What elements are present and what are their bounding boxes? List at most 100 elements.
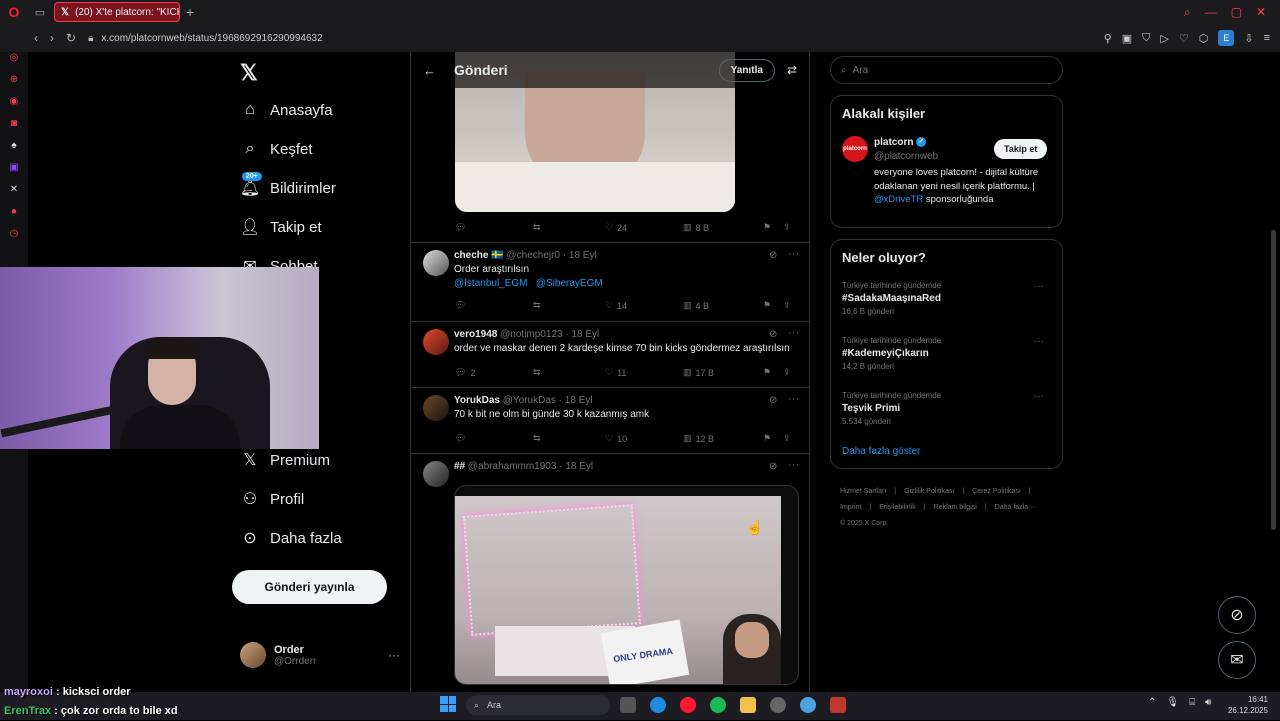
avatar[interactable] bbox=[423, 461, 449, 487]
reply-icon[interactable]: 💬︎ bbox=[455, 433, 533, 444]
reply-tweet[interactable]: YorukDas @YorukDas · 18 Eyl ⊘ ··· 70 k b… bbox=[411, 387, 809, 453]
shield-icon[interactable]: ⛉ bbox=[1142, 32, 1150, 45]
new-tab-button[interactable]: + bbox=[186, 4, 194, 20]
opera-video-icon[interactable]: ● bbox=[11, 206, 17, 218]
nav-item-profile[interactable]: ⚇ Profil bbox=[240, 489, 304, 509]
show-more-link[interactable]: Daha fazla göster bbox=[842, 446, 920, 457]
more-icon[interactable]: ··· bbox=[1034, 391, 1044, 402]
spotify-icon[interactable] bbox=[710, 697, 726, 713]
post-button[interactable]: Gönderi yayınla bbox=[232, 570, 387, 604]
views-button[interactable]: ▥ 12 B bbox=[683, 433, 763, 444]
reply-button[interactable]: Yanıtla bbox=[718, 58, 775, 82]
more-icon[interactable]: ··· bbox=[788, 393, 799, 405]
author-handle[interactable]: @chechejr0 bbox=[506, 250, 560, 261]
forward-icon[interactable]: › bbox=[50, 31, 54, 45]
reply-icon[interactable]: 💬︎ bbox=[455, 222, 533, 233]
extension-badge[interactable]: E bbox=[1218, 30, 1235, 46]
nav-item-more[interactable]: ⊙ Daha fazla bbox=[240, 528, 341, 548]
app-icon[interactable] bbox=[830, 697, 846, 713]
footer-link[interactable]: Reklam bilgisi bbox=[934, 504, 977, 511]
download-icon[interactable]: ⇩ bbox=[1244, 32, 1253, 45]
lock-icon[interactable]: 🔒︎ bbox=[88, 33, 93, 44]
app-icon[interactable] bbox=[770, 697, 786, 713]
mention-link[interactable]: @Istanbul_EGM bbox=[454, 278, 528, 289]
avatar[interactable] bbox=[423, 250, 449, 276]
like-button[interactable]: ♡ 24 bbox=[605, 222, 683, 233]
trend-item[interactable]: Türkiye tarihinde gündemde Teşvik Primi … bbox=[842, 391, 941, 426]
url-text[interactable]: x.com/platcornweb/status/196869291629099… bbox=[101, 33, 322, 44]
bookmark-icon[interactable]: ⚑ bbox=[763, 433, 783, 444]
share-icon[interactable]: ⇪ bbox=[783, 222, 799, 233]
trend-item[interactable]: Türkiye tarihinde gündemde #SadakaMaaşın… bbox=[842, 281, 941, 316]
share-icon[interactable]: ⇪ bbox=[783, 300, 799, 311]
nav-item-home[interactable]: ⌂ Anasayfa bbox=[240, 100, 332, 120]
back-icon[interactable]: ‹ bbox=[34, 31, 38, 45]
opera-music-icon[interactable]: ◉ bbox=[10, 96, 19, 108]
grok-fab-button[interactable]: ⊘ bbox=[1218, 596, 1256, 634]
footer-link[interactable]: Hizmet Şartları bbox=[840, 488, 886, 495]
volume-icon[interactable]: 🔊︎ bbox=[1205, 697, 1211, 708]
reply-button[interactable]: 💬︎ 2 bbox=[455, 367, 533, 378]
reply-tweet[interactable]: ## @abrahammm1903 · 18 Eyl ⊘ ··· ONLY DR… bbox=[411, 453, 809, 692]
grok-icon[interactable]: ⊘ bbox=[769, 250, 777, 261]
account-switcher[interactable]: Order @Orrderr ··· bbox=[240, 642, 400, 668]
menu-icon[interactable]: ≡ bbox=[1264, 32, 1270, 44]
taskbar-clock[interactable]: 16:41 26.12.2025 bbox=[1222, 694, 1268, 716]
author-handle[interactable]: @abrahammm1903 bbox=[468, 461, 557, 472]
reload-icon[interactable]: ↻ bbox=[66, 31, 76, 45]
author-handle[interactable]: @notimp0123 bbox=[500, 329, 562, 340]
back-arrow-icon[interactable]: ← bbox=[423, 63, 436, 78]
nav-item-premium[interactable]: 𝕏 Premium bbox=[240, 450, 330, 470]
tweet-date[interactable]: · 18 Eyl bbox=[563, 250, 597, 261]
tweet-video[interactable]: ONLY DRAMA bbox=[454, 485, 799, 685]
bookmark-icon[interactable]: ⚑ bbox=[763, 367, 783, 378]
repost-icon[interactable]: ⇆ bbox=[533, 222, 605, 233]
search-input[interactable]: ⌕ Ara bbox=[830, 56, 1063, 84]
more-icon[interactable]: ··· bbox=[788, 459, 799, 471]
play-icon[interactable]: ▷ bbox=[1160, 32, 1168, 45]
scrollbar[interactable] bbox=[1271, 230, 1276, 530]
more-icon[interactable]: ··· bbox=[1034, 336, 1044, 347]
like-button[interactable]: ♡ 14 bbox=[605, 300, 683, 311]
network-icon[interactable]: ⌸ bbox=[1189, 697, 1195, 708]
close-window-icon[interactable]: ✕ bbox=[1256, 5, 1266, 20]
file-explorer-icon[interactable] bbox=[740, 697, 756, 713]
opera-logo-icon[interactable]: O bbox=[0, 0, 28, 24]
tweet-date[interactable]: · 18 Eyl bbox=[559, 461, 593, 472]
views-button[interactable]: ▥ 4 B bbox=[683, 300, 763, 311]
like-button[interactable]: ♡ 11 bbox=[605, 367, 683, 378]
extensions-icon[interactable]: ⬡ bbox=[1199, 32, 1209, 45]
grok-icon[interactable]: ⊘ bbox=[769, 395, 777, 406]
more-icon[interactable]: ··· bbox=[1034, 281, 1044, 292]
taskbar-search-input[interactable]: ⌕ Ara bbox=[466, 695, 610, 715]
tweet-date[interactable]: · 18 Eyl bbox=[565, 329, 599, 340]
reply-tweet[interactable]: cheche 🇸🇪 @chechejr0 · 18 Eyl ⊘ ··· Orde… bbox=[411, 242, 809, 322]
more-icon[interactable]: ··· bbox=[788, 248, 799, 260]
microphone-icon[interactable]: 🎙︎ bbox=[1166, 697, 1179, 708]
opera-kick-icon[interactable]: ♠ bbox=[11, 140, 16, 152]
nav-item-notifications[interactable]: 🔔︎ 20+ Bildirimler bbox=[240, 172, 336, 198]
avatar[interactable] bbox=[423, 329, 449, 355]
author-name[interactable]: YorukDas bbox=[454, 395, 500, 406]
opera-aria-icon[interactable]: ◎ bbox=[10, 52, 19, 64]
person-handle[interactable]: @platcornweb bbox=[874, 151, 938, 162]
like-button[interactable]: ♡ 10 bbox=[605, 433, 683, 444]
tweet-date[interactable]: · 18 Eyl bbox=[559, 395, 593, 406]
mention-link[interactable]: @xDriveTR bbox=[874, 194, 923, 205]
repost-icon[interactable]: ⇆ bbox=[533, 367, 605, 378]
avatar[interactable]: platcorn bbox=[842, 136, 868, 162]
author-name[interactable]: ## bbox=[454, 461, 465, 472]
follow-button[interactable]: Takip et bbox=[994, 139, 1048, 159]
person-name-row[interactable]: platcorn ✓ bbox=[874, 137, 927, 148]
reply-icon[interactable]: 💬︎ bbox=[455, 300, 533, 311]
opera-twitch-icon[interactable]: ▣ bbox=[9, 162, 18, 174]
opera-icon[interactable] bbox=[680, 697, 696, 713]
trend-item[interactable]: Türkiye tarihinde gündemde #KademeyiÇıka… bbox=[842, 336, 941, 371]
author-name[interactable]: cheche 🇸🇪 bbox=[454, 250, 504, 261]
nav-item-explore[interactable]: ⌕ Keşfet bbox=[240, 139, 313, 159]
x-logo-icon[interactable]: 𝕏 bbox=[240, 60, 258, 86]
more-icon[interactable]: ··· bbox=[788, 327, 799, 339]
footer-link[interactable]: Imprint bbox=[840, 504, 861, 511]
author-name[interactable]: vero1948 bbox=[454, 329, 497, 340]
mention-link[interactable]: @SiberayEGM bbox=[536, 278, 603, 289]
